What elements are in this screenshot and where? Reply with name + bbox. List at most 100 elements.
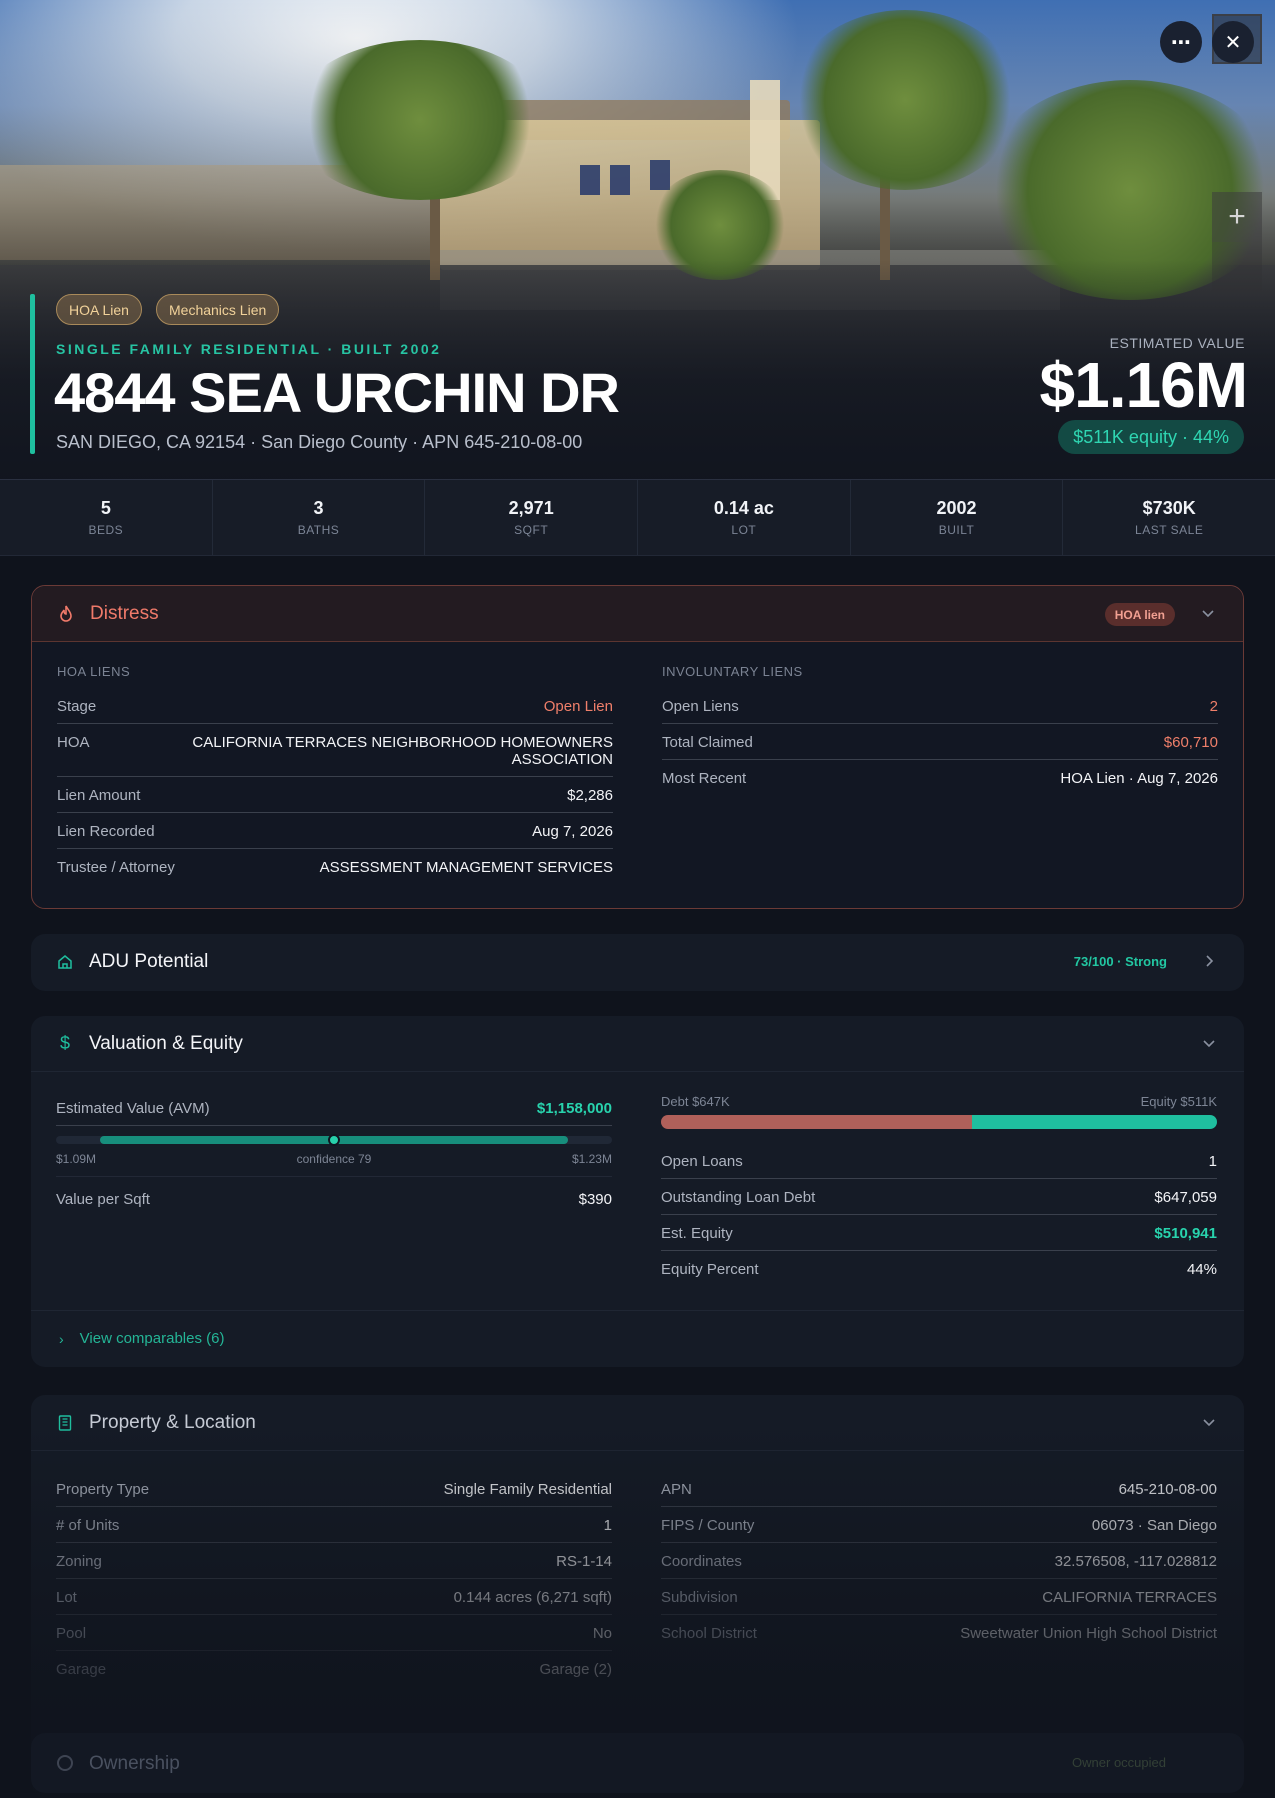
detail-row: Total Claimed $60,710 bbox=[662, 724, 1218, 760]
stat-label: BUILT bbox=[938, 523, 975, 537]
dollar-icon: $ bbox=[59, 1033, 70, 1053]
debt-segment bbox=[661, 1115, 973, 1129]
row-value: 32.576508, -117.028812 bbox=[1054, 1553, 1217, 1570]
adu-card[interactable]: ADU Potential 73/100 · Strong bbox=[31, 934, 1244, 991]
house-window bbox=[610, 165, 630, 195]
view-comparables-link[interactable]: › View comparables (6) bbox=[31, 1310, 1244, 1366]
property-title: Property & Location bbox=[89, 1411, 256, 1433]
stat-value: 0.14 ac bbox=[713, 498, 774, 518]
flame-icon bbox=[57, 605, 75, 623]
adu-header[interactable]: ADU Potential 73/100 · Strong bbox=[31, 934, 1244, 990]
row-label: APN bbox=[661, 1481, 692, 1498]
hoa-liens-section: HOA LIENS Stage Open Lien HOA CALIFORNIA T… bbox=[57, 664, 613, 884]
avm-row: Estimated Value (AVM) $1,158,000 bbox=[56, 1100, 612, 1126]
detail-row: Open Loans 1 bbox=[661, 1143, 1217, 1179]
stat-baths: 3 BATHS bbox=[213, 480, 426, 555]
stat-last-sale: $730K LAST SALE bbox=[1063, 480, 1275, 555]
row-value: 0.144 acres (6,271 sqft) bbox=[453, 1589, 612, 1606]
row-value: 06073 · San Diego bbox=[1091, 1517, 1217, 1534]
detail-row: Lien Amount $2,286 bbox=[57, 777, 613, 813]
palm-tree bbox=[290, 40, 550, 200]
row-value: 1 bbox=[603, 1517, 612, 1534]
row-label: Total Claimed bbox=[662, 734, 753, 751]
row-value: No bbox=[592, 1625, 612, 1642]
detail-row: Equity Percent 44% bbox=[661, 1251, 1217, 1286]
comparables-label: View comparables (6) bbox=[79, 1330, 225, 1347]
valuation-title: Valuation & Equity bbox=[89, 1032, 243, 1054]
detail-row: Subdivision CALIFORNIA TERRACES bbox=[661, 1579, 1217, 1615]
row-value: CALIFORNIA TERRACES NEIGHBORHOOD HOMEOWN… bbox=[192, 734, 613, 768]
row-label: Property Type bbox=[56, 1481, 150, 1498]
stat-label: BEDS bbox=[88, 523, 124, 537]
row-label: Subdivision bbox=[661, 1589, 738, 1606]
property-right-section: APN 645-210-08-00 FIPS / County 06073 · Sa… bbox=[661, 1471, 1217, 1650]
equity-segment bbox=[972, 1115, 1217, 1129]
close-button[interactable]: ✕ bbox=[1212, 21, 1254, 63]
row-label: Pool bbox=[56, 1625, 87, 1642]
row-value: 645-210-08-00 bbox=[1118, 1481, 1217, 1498]
more-options-button[interactable]: ⋯ bbox=[1160, 21, 1202, 63]
row-label: Trustee / Attorney bbox=[57, 859, 175, 876]
property-address: 4844 SEA URCHIN DR bbox=[54, 361, 620, 424]
debt-equity-bar bbox=[661, 1115, 1217, 1129]
avm-section: Estimated Value (AVM) $1,158,000 $1.09M … bbox=[56, 1100, 612, 1216]
house-window bbox=[650, 160, 670, 190]
row-label: Outstanding Loan Debt bbox=[661, 1189, 816, 1206]
avm-range-labels: $1.09M confidence 79 $1.23M bbox=[56, 1152, 612, 1177]
detail-row: Pool No bbox=[56, 1615, 612, 1651]
debt-label: Debt $647K bbox=[661, 1094, 730, 1109]
detail-row: Stage Open Lien bbox=[57, 688, 613, 724]
detail-row: Trustee / Attorney ASSESSMENT MANAGEMENT … bbox=[57, 849, 613, 884]
hero-photo: ⋯ ✕ + HOA Lien Mechanics Lien SINGLE FAM… bbox=[0, 0, 1275, 480]
adu-title: ADU Potential bbox=[89, 951, 209, 972]
chevron-right-icon: › bbox=[59, 1330, 64, 1347]
stat-label: SQFT bbox=[514, 523, 549, 537]
row-value: RS-1-14 bbox=[556, 1553, 612, 1570]
row-value: HOA Lien · Aug 7, 2026 bbox=[1060, 770, 1218, 787]
detail-row: Lot 0.144 acres (6,271 sqft) bbox=[56, 1579, 612, 1615]
property-header[interactable]: Property & Location bbox=[31, 1395, 1244, 1451]
range-low: $1.09M bbox=[56, 1152, 97, 1166]
debt-equity-section: Debt $647K Equity $511K Open Loans 1 Outs… bbox=[661, 1094, 1217, 1286]
address-subline: SAN DIEGO, CA 92154 · San Diego County ·… bbox=[56, 432, 583, 452]
hoa-lien-chip: HOA Lien bbox=[56, 294, 142, 325]
chevron-down-icon[interactable] bbox=[1202, 1036, 1216, 1050]
detail-row: Most Recent HOA Lien · Aug 7, 2026 bbox=[662, 760, 1218, 795]
row-label: Garage bbox=[56, 1661, 107, 1678]
row-label: Lien Amount bbox=[57, 787, 141, 804]
zoom-out-button[interactable] bbox=[1212, 242, 1262, 292]
detail-row: Zoning RS-1-14 bbox=[56, 1543, 612, 1579]
stat-lot: 0.14 ac LOT bbox=[638, 480, 851, 555]
row-label: Open Liens bbox=[662, 698, 739, 715]
row-label: Lot bbox=[56, 1589, 77, 1606]
zoom-in-button[interactable]: + bbox=[1212, 192, 1262, 242]
equity-pill: $511K equity · 44% bbox=[1058, 420, 1244, 454]
ownership-card[interactable]: Ownership Owner occupied bbox=[31, 1733, 1244, 1793]
home-icon bbox=[56, 953, 74, 971]
row-value: $510,941 bbox=[1154, 1225, 1217, 1242]
property-left-section: Property Type Single Family Residential #… bbox=[56, 1471, 612, 1686]
valuation-header[interactable]: $ Valuation & Equity bbox=[31, 1016, 1244, 1072]
range-high: $1.23M bbox=[571, 1152, 612, 1166]
row-value: 2 bbox=[1209, 698, 1218, 715]
distress-header[interactable]: Distress HOA lien bbox=[32, 586, 1243, 642]
chevron-down-icon[interactable] bbox=[1201, 606, 1215, 620]
detail-row: Value per Sqft $390 bbox=[56, 1181, 612, 1216]
chevron-right-icon[interactable] bbox=[1202, 954, 1216, 968]
plus-icon: + bbox=[1228, 200, 1246, 233]
chevron-down-icon[interactable] bbox=[1202, 1415, 1216, 1429]
row-value: $2,286 bbox=[567, 787, 613, 804]
detail-row: # of Units 1 bbox=[56, 1507, 612, 1543]
detail-row: Outstanding Loan Debt $647,059 bbox=[661, 1179, 1217, 1215]
row-label: Value per Sqft bbox=[56, 1191, 150, 1208]
range-confidence: confidence 79 bbox=[296, 1152, 372, 1166]
distress-card: Distress HOA lien HOA LIENS Stage Open Li… bbox=[31, 585, 1244, 909]
detail-row: Est. Equity $510,941 bbox=[661, 1215, 1217, 1251]
row-label: Most Recent bbox=[662, 770, 747, 787]
detail-row: FIPS / County 06073 · San Diego bbox=[661, 1507, 1217, 1543]
row-value: $390 bbox=[578, 1191, 612, 1208]
section-label: INVOLUNTARY LIENS bbox=[662, 664, 803, 679]
row-label: HOA bbox=[57, 734, 90, 751]
accent-bar bbox=[30, 294, 35, 454]
section-label: HOA LIENS bbox=[57, 664, 131, 679]
